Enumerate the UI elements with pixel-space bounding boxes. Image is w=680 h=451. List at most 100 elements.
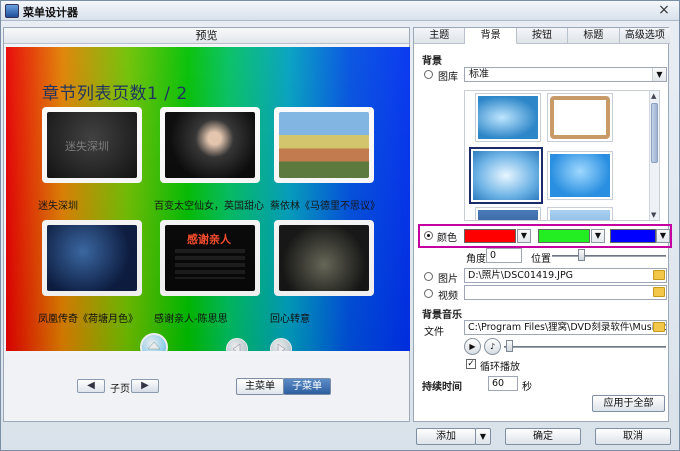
play-icon: ▶ [469, 342, 476, 351]
title-bar: 菜单设计器 × [1, 1, 679, 21]
settings-panel: 主题 背景 按钮 标题 高级选项 背景 图库 标准 ▼ ▲ ▼ 颜色 ▼ ▼ ▼… [413, 27, 672, 422]
gallery-select-value: 标准 [469, 69, 489, 80]
tab-button[interactable]: 按钮 [516, 28, 569, 44]
chapter-thumbnail-2[interactable] [160, 107, 260, 183]
chapter-caption-5: 感谢亲人-陈思思 [154, 314, 228, 325]
duration-label: 持续时间 [422, 382, 462, 393]
chapter-caption-4: 凤凰传奇《荷塘月色》 [38, 314, 138, 325]
left-arrow-icon [232, 343, 241, 351]
ok-button[interactable]: 确定 [505, 428, 581, 445]
loop-checkbox[interactable]: ✓ [466, 359, 476, 369]
chapter-caption-1: 迷失深圳 [38, 201, 78, 212]
scrollbar-thumb[interactable] [651, 103, 658, 163]
sub-page-prev-button[interactable]: ◀ [77, 379, 105, 393]
color-label: 颜色 [437, 233, 457, 244]
scroll-up-icon[interactable]: ▲ [651, 92, 656, 100]
image-radio[interactable] [424, 272, 433, 281]
color-row-highlight: 颜色 ▼ ▼ ▼ [418, 224, 672, 248]
duration-input[interactable]: 60 [488, 376, 518, 391]
chapter-thumbnail-3[interactable] [274, 107, 374, 183]
add-dropdown-button[interactable]: ▼ [475, 428, 491, 445]
chapter-page-title: 章节列表页数1 / 2 [42, 84, 188, 104]
apply-all-button[interactable]: 应用于全部 [592, 395, 665, 412]
preview-header: 预览 [4, 28, 409, 44]
tab-theme[interactable]: 主题 [414, 28, 466, 44]
chevron-down-icon: ▼ [479, 432, 487, 441]
music-section-label: 背景音乐 [422, 310, 462, 321]
gallery-select[interactable]: 标准 ▼ [464, 67, 667, 82]
gallery-item-3-selected[interactable] [469, 147, 543, 204]
music-file-field[interactable]: C:\Program Files\狸窝\DVD刻录软件\Music\defa [464, 320, 667, 335]
color-swatch-2[interactable] [538, 229, 590, 243]
prev-page-button[interactable] [226, 338, 248, 351]
preview-panel: 预览 章节列表页数1 / 2 迷失深圳 迷失深圳 百变太空仙女，英国甜心 蔡依林… [3, 27, 410, 422]
image-path-field[interactable]: D:\照片\DSC01419.JPG [464, 268, 667, 283]
chapter-caption-2: 百变太空仙女，英国甜心 [154, 201, 264, 212]
thumbnail-overlay-text: 感谢亲人 [187, 233, 231, 246]
tab-title[interactable]: 标题 [568, 28, 620, 44]
preview-footer: ◀ 子页 ▶ 主菜单 子菜单 [4, 354, 409, 421]
sub-page-label: 子页 [110, 384, 130, 395]
chapter-thumbnail-5[interactable]: 感谢亲人 [160, 220, 260, 296]
loop-label: 循环播放 [480, 362, 520, 373]
folder-icon[interactable] [653, 322, 665, 332]
chapter-thumbnail-6[interactable] [274, 220, 374, 296]
gallery-item-6[interactable] [547, 207, 613, 220]
gallery-scrollbar[interactable]: ▲ ▼ [649, 91, 659, 220]
angle-input[interactable]: 0 [486, 248, 522, 263]
position-label: 位置 [531, 254, 551, 265]
tab-advanced[interactable]: 高级选项 [619, 28, 671, 44]
close-button[interactable]: × [655, 2, 673, 18]
cancel-button[interactable]: 取消 [595, 428, 671, 445]
folder-icon[interactable] [653, 270, 665, 280]
menu-designer-window: 菜单设计器 × 预览 章节列表页数1 / 2 迷失深圳 迷失深圳 百变太空仙女，… [0, 0, 680, 451]
image-label: 图片 [438, 274, 458, 285]
color-swatch-1[interactable] [464, 229, 516, 243]
app-icon [5, 4, 19, 18]
main-menu-button[interactable]: 主菜单 [236, 378, 284, 395]
add-button[interactable]: 添加 [416, 428, 476, 445]
chevron-down-icon: ▼ [652, 68, 666, 81]
background-gallery: ▲ ▼ [464, 90, 660, 221]
file-label: 文件 [424, 327, 444, 338]
window-title: 菜单设计器 [23, 6, 78, 19]
chevron-down-icon[interactable]: ▼ [591, 229, 605, 243]
video-label: 视频 [438, 291, 458, 302]
next-page-button[interactable] [270, 338, 292, 351]
background-section-label: 背景 [422, 56, 442, 67]
color-swatch-3[interactable] [610, 229, 656, 243]
color-radio[interactable] [424, 231, 433, 240]
video-path-field[interactable] [464, 285, 667, 300]
chevron-down-icon[interactable]: ▼ [656, 229, 670, 243]
sub-menu-button[interactable]: 子菜单 [283, 378, 331, 395]
volume-icon: ♪ [489, 342, 496, 351]
right-arrow-icon [277, 343, 286, 351]
play-button[interactable]: ▶ [464, 338, 481, 355]
chapter-thumbnail-1[interactable]: 迷失深圳 [42, 107, 142, 183]
gallery-item-5[interactable] [475, 207, 541, 220]
folder-icon[interactable] [653, 287, 665, 297]
tab-background[interactable]: 背景 [465, 28, 517, 44]
seconds-label: 秒 [522, 382, 532, 393]
chapter-caption-3: 蔡依林《马德里不思议》 [270, 201, 380, 212]
preview-canvas: 章节列表页数1 / 2 迷失深圳 迷失深圳 百变太空仙女，英国甜心 蔡依林《马德… [6, 47, 410, 351]
chevron-down-icon[interactable]: ▼ [517, 229, 531, 243]
music-progress-knob[interactable] [506, 340, 513, 352]
volume-button[interactable]: ♪ [484, 338, 501, 355]
eject-icon [147, 341, 161, 350]
gallery-item-2[interactable] [547, 93, 613, 142]
gallery-radio[interactable] [424, 70, 433, 79]
eject-button[interactable] [140, 333, 168, 351]
gallery-item-4[interactable] [547, 151, 613, 200]
video-radio[interactable] [424, 289, 433, 298]
chapter-thumbnail-4[interactable] [42, 220, 142, 296]
chapter-caption-6: 回心转意 [270, 314, 310, 325]
position-slider-knob[interactable] [578, 249, 585, 261]
angle-label: 角度 [466, 254, 486, 265]
gallery-item-1[interactable] [475, 93, 541, 142]
position-slider-track[interactable] [552, 255, 666, 257]
sub-page-next-button[interactable]: ▶ [131, 379, 159, 393]
scroll-down-icon[interactable]: ▼ [651, 211, 656, 219]
music-progress-track[interactable] [504, 346, 666, 348]
settings-tabs: 主题 背景 按钮 标题 高级选项 [414, 28, 671, 44]
